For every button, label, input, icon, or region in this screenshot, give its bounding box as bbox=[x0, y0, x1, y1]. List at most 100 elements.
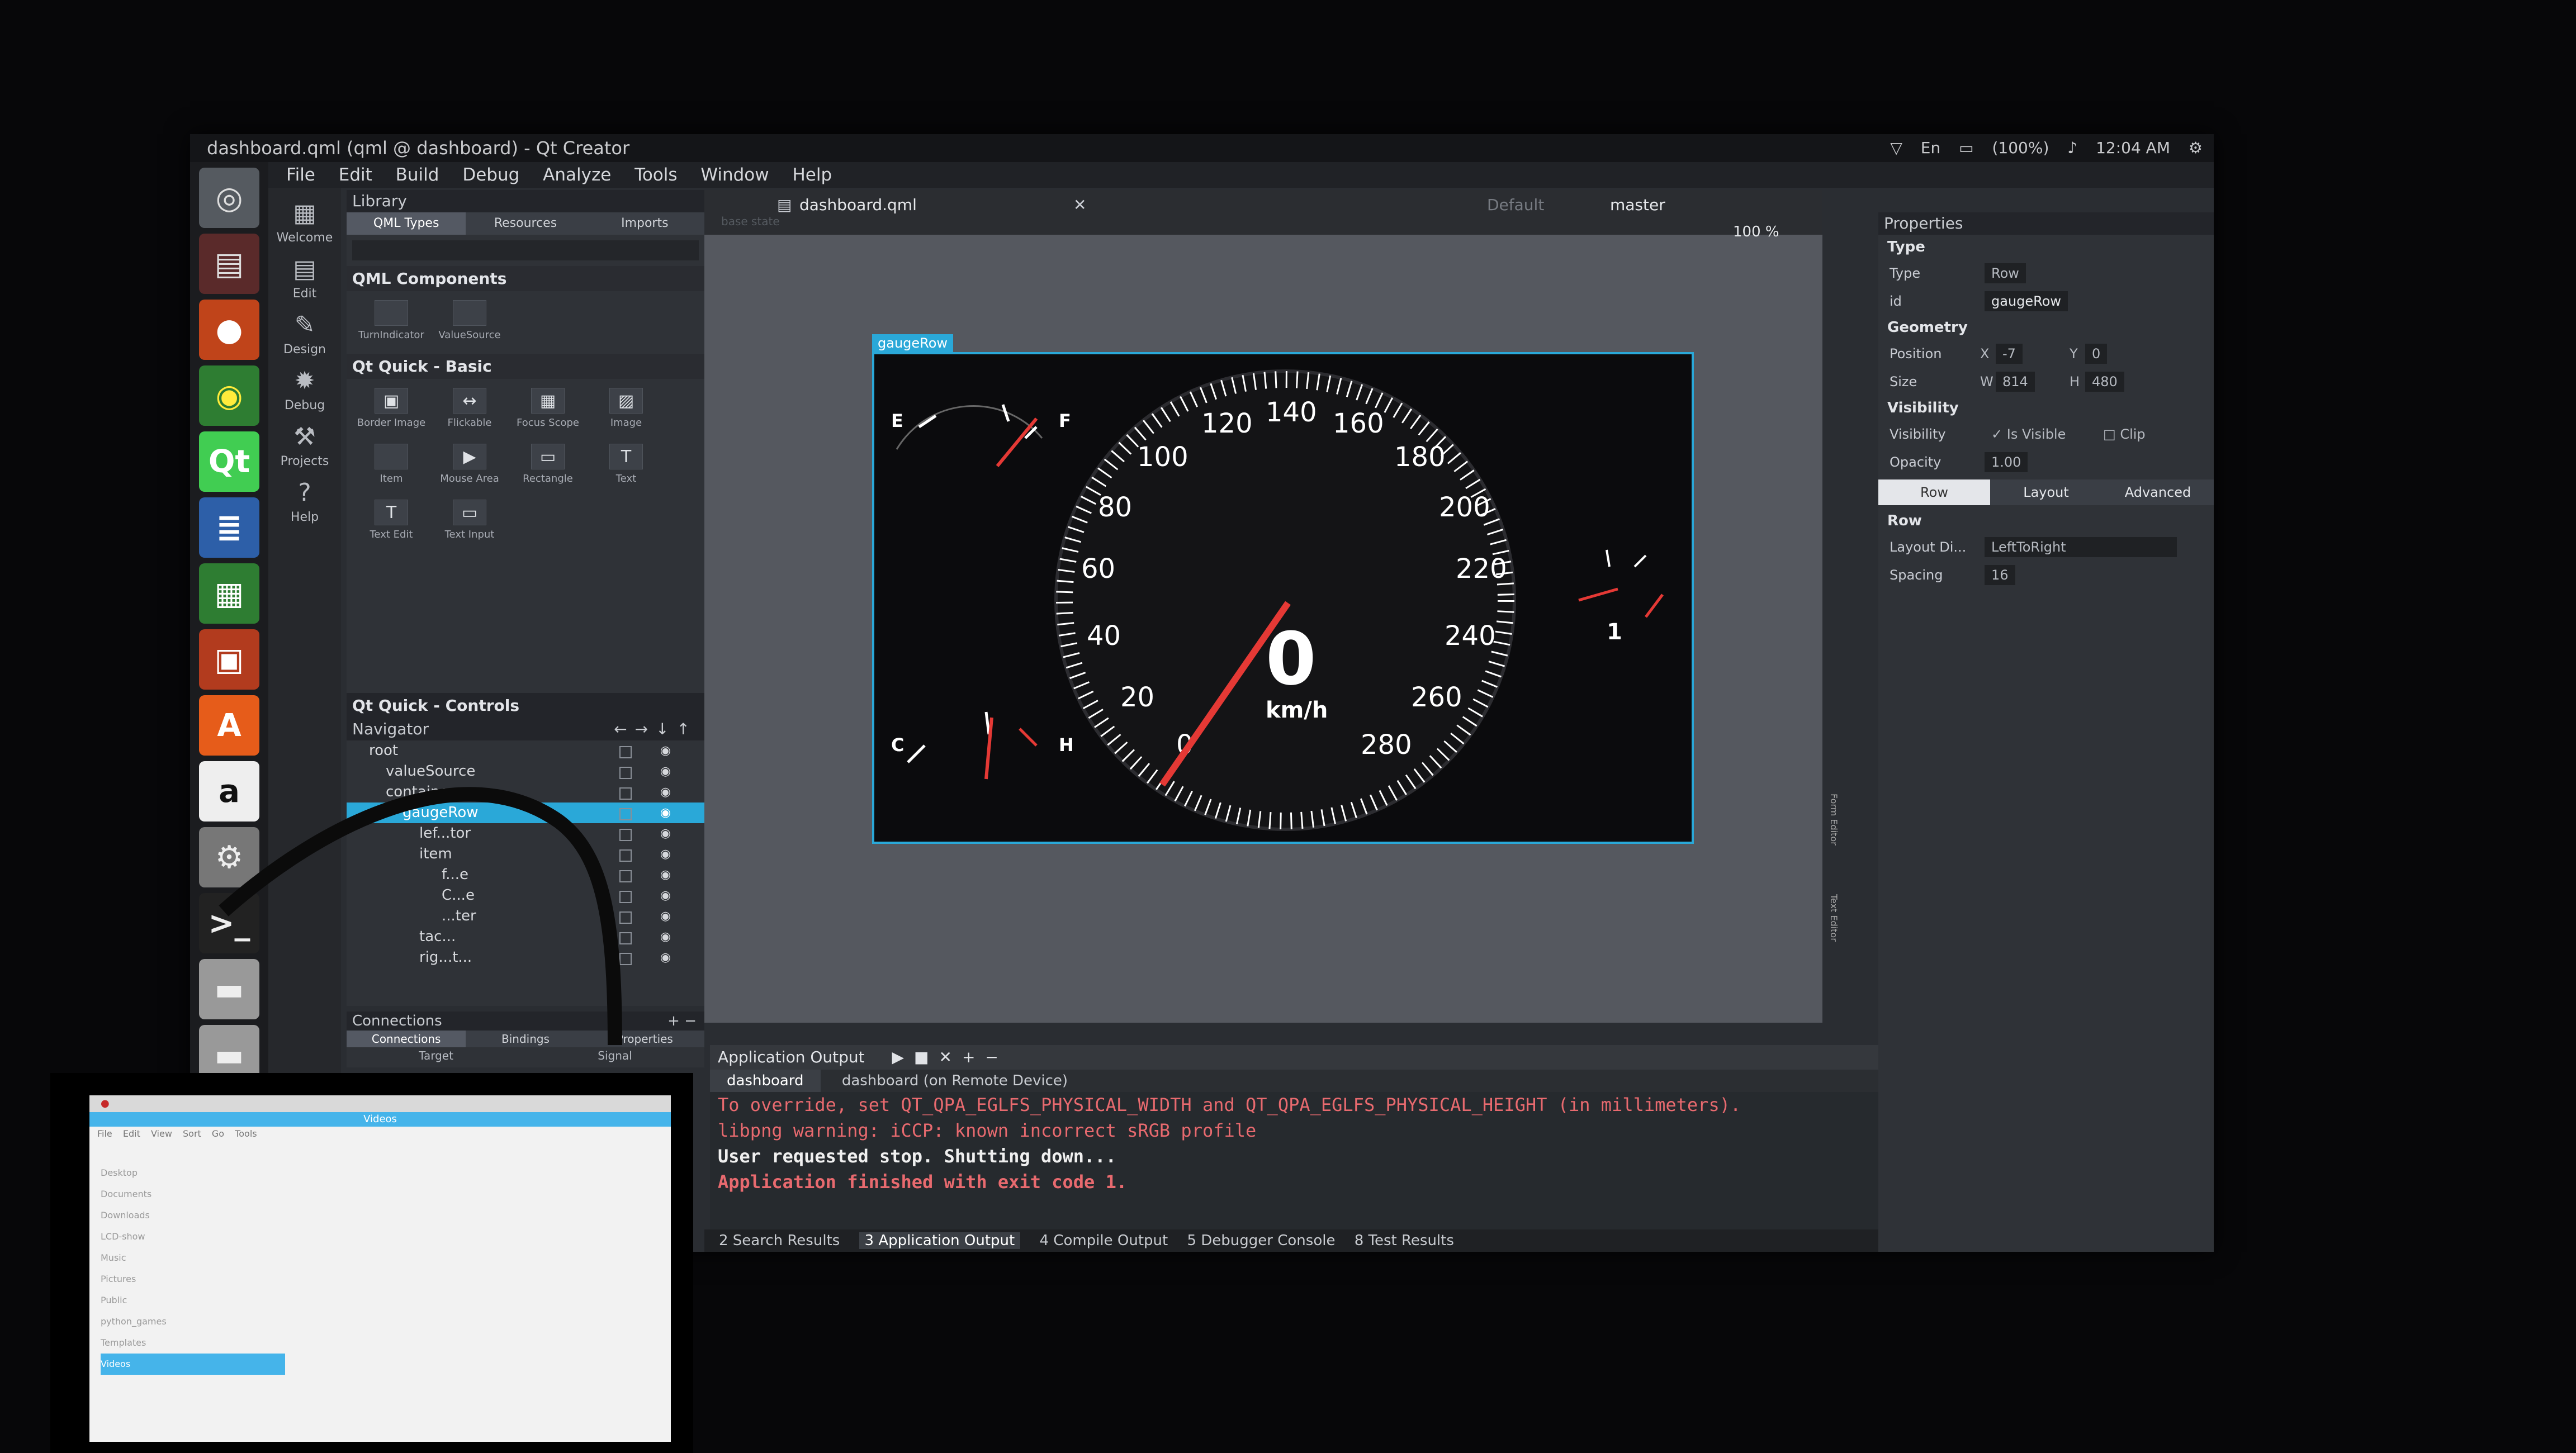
pi-menu-sort[interactable]: Sort bbox=[183, 1128, 201, 1139]
dashboard-preview[interactable]: E F C H 140 120 160 100 180 80 200 60 22… bbox=[872, 352, 1694, 844]
base-state[interactable]: base state bbox=[721, 215, 780, 228]
section-type[interactable]: Type bbox=[1878, 235, 2214, 259]
eye-icon[interactable]: ◉ bbox=[660, 823, 671, 844]
add-connection-icon[interactable]: + − bbox=[667, 1012, 697, 1031]
section-row[interactable]: Row bbox=[1878, 509, 2214, 533]
software-center-icon[interactable]: A bbox=[199, 695, 259, 756]
id-field[interactable]: gaugeRow bbox=[1985, 291, 2068, 311]
menu-debug[interactable]: Debug bbox=[462, 165, 519, 185]
section-visibility[interactable]: Visibility bbox=[1878, 396, 2214, 420]
component-rectangle[interactable]: ▭ Rectangle bbox=[509, 438, 587, 494]
wifi-icon[interactable]: ▽ bbox=[1890, 139, 1902, 157]
tab-search-results[interactable]: 2 Search Results bbox=[719, 1232, 840, 1249]
component-item[interactable]: Item bbox=[352, 438, 430, 494]
menu-edit[interactable]: Edit bbox=[339, 165, 372, 185]
tab-layout[interactable]: Layout bbox=[1990, 479, 2102, 505]
clip-checkbox[interactable]: □ Clip bbox=[2096, 424, 2152, 444]
output-tab-dashboard[interactable]: dashboard bbox=[710, 1070, 821, 1092]
tab-row[interactable]: Row bbox=[1878, 479, 1990, 505]
chrome-icon[interactable]: ◉ bbox=[199, 365, 259, 426]
form-editor-side-tab[interactable]: Form Editor bbox=[1828, 794, 1839, 894]
folder-public[interactable]: Public bbox=[101, 1290, 285, 1311]
gear-icon[interactable]: ⚙ bbox=[2189, 139, 2203, 157]
folder-documents[interactable]: Documents bbox=[101, 1184, 285, 1205]
tab-debugger-console[interactable]: 5 Debugger Console bbox=[1187, 1232, 1335, 1249]
mode-debug[interactable]: ✹ Debug bbox=[268, 367, 341, 412]
folder-videos[interactable]: Videos bbox=[101, 1354, 285, 1375]
eye-icon[interactable]: ◉ bbox=[660, 782, 671, 803]
clock[interactable]: 12:04 AM bbox=[2096, 139, 2170, 157]
component-text[interactable]: T Text bbox=[587, 438, 665, 494]
eye-icon[interactable]: ◉ bbox=[660, 885, 671, 906]
pi-menu-edit[interactable]: Edit bbox=[123, 1128, 140, 1139]
files-icon[interactable]: ▤ bbox=[199, 234, 259, 294]
mode-projects[interactable]: ⚒ Projects bbox=[268, 422, 341, 468]
open-file-name[interactable]: dashboard.qml bbox=[799, 196, 917, 214]
pi-menu-view[interactable]: View bbox=[151, 1128, 172, 1139]
section-qml-components[interactable]: QML Components bbox=[347, 266, 704, 291]
component-turnindicator[interactable]: TurnIndicator bbox=[352, 295, 430, 350]
mode-edit[interactable]: ▤ Edit bbox=[268, 255, 341, 301]
mode-welcome[interactable]: ▦ Welcome bbox=[268, 199, 341, 245]
branch-selector[interactable]: master bbox=[1610, 196, 1665, 214]
tab-resources[interactable]: Resources bbox=[466, 212, 585, 235]
eye-icon[interactable]: ◉ bbox=[660, 803, 671, 823]
component-text-edit[interactable]: T Text Edit bbox=[352, 494, 430, 550]
folder-downloads[interactable]: Downloads bbox=[101, 1205, 285, 1226]
y-field[interactable]: 0 bbox=[2085, 344, 2108, 364]
menu-build[interactable]: Build bbox=[396, 165, 439, 185]
pi-menu-tools[interactable]: Tools bbox=[235, 1128, 257, 1139]
eye-icon[interactable]: ◉ bbox=[660, 906, 671, 927]
battery-icon[interactable]: ▭ bbox=[1959, 139, 1973, 157]
folder-lcd-show[interactable]: LCD-show bbox=[101, 1226, 285, 1247]
folder-music[interactable]: Music bbox=[101, 1247, 285, 1269]
calc-icon[interactable]: ▦ bbox=[199, 563, 259, 624]
menu-help[interactable]: Help bbox=[792, 165, 832, 185]
x-field[interactable]: -7 bbox=[1996, 344, 2023, 364]
section-qt-quick-controls[interactable]: Qt Quick - Controls bbox=[347, 693, 704, 718]
mode-help[interactable]: ? Help bbox=[268, 478, 341, 524]
folder-pictures[interactable]: Pictures bbox=[101, 1269, 285, 1290]
close-icon[interactable]: ✕ bbox=[1073, 196, 1086, 214]
eye-icon[interactable]: ◉ bbox=[660, 947, 671, 968]
tab-qml-types[interactable]: QML Types bbox=[347, 212, 466, 235]
eye-icon[interactable]: ◉ bbox=[660, 865, 671, 885]
folder-desktop[interactable]: Desktop bbox=[101, 1162, 285, 1184]
folder-python-games[interactable]: python_games bbox=[101, 1311, 285, 1332]
component-image[interactable]: ▨ Image bbox=[587, 382, 665, 438]
library-filter[interactable] bbox=[352, 240, 699, 260]
navigator-arrows[interactable]: ←→↓↑ bbox=[614, 718, 698, 740]
w-field[interactable]: 814 bbox=[1996, 372, 2035, 392]
pi-menu-go[interactable]: Go bbox=[212, 1128, 224, 1139]
menu-analyze[interactable]: Analyze bbox=[543, 165, 611, 185]
keyboard-layout[interactable]: En bbox=[1921, 139, 1940, 157]
tab-application-output[interactable]: 3 Application Output bbox=[859, 1232, 1021, 1249]
h-field[interactable]: 480 bbox=[2085, 372, 2124, 392]
layout-direction-select[interactable]: LeftToRight bbox=[1985, 537, 2177, 557]
section-geometry[interactable]: Geometry bbox=[1878, 315, 2214, 340]
menu-window[interactable]: Window bbox=[700, 165, 769, 185]
component-valuesource[interactable]: ValueSource bbox=[430, 295, 509, 350]
volume-icon[interactable]: ♪ bbox=[2067, 139, 2077, 157]
spacing-field[interactable]: 16 bbox=[1985, 565, 2015, 585]
pi-menu-file[interactable]: File bbox=[97, 1128, 112, 1139]
output-tab-remote[interactable]: dashboard (on Remote Device) bbox=[825, 1070, 1085, 1092]
text-editor-side-tab[interactable]: Text Editor bbox=[1828, 894, 1839, 995]
writer-icon[interactable]: ≣ bbox=[199, 497, 259, 558]
dash-home-icon[interactable]: ◎ bbox=[199, 168, 259, 228]
qt-creator-icon[interactable]: Qt bbox=[199, 431, 259, 492]
menu-file[interactable]: File bbox=[286, 165, 315, 185]
tab-imports[interactable]: Imports bbox=[585, 212, 704, 235]
component-border-image[interactable]: ▣ Border Image bbox=[352, 382, 430, 438]
zoom-level[interactable]: 100 % bbox=[1733, 224, 1779, 240]
component-focus-scope[interactable]: ▦ Focus Scope bbox=[509, 382, 587, 438]
folder-templates[interactable]: Templates bbox=[101, 1332, 285, 1354]
component-text-input[interactable]: ▭ Text Input bbox=[430, 494, 509, 550]
eye-icon[interactable]: ◉ bbox=[660, 844, 671, 865]
is-visible-checkbox[interactable]: ✓ Is Visible bbox=[1985, 424, 2072, 444]
component-mouse-area[interactable]: ▶ Mouse Area bbox=[430, 438, 509, 494]
opacity-field[interactable]: 1.00 bbox=[1985, 452, 2028, 472]
eye-icon[interactable]: ◉ bbox=[660, 927, 671, 947]
eye-icon[interactable]: ◉ bbox=[660, 740, 671, 761]
output-controls[interactable]: ▶■✕+− bbox=[892, 1048, 1008, 1066]
